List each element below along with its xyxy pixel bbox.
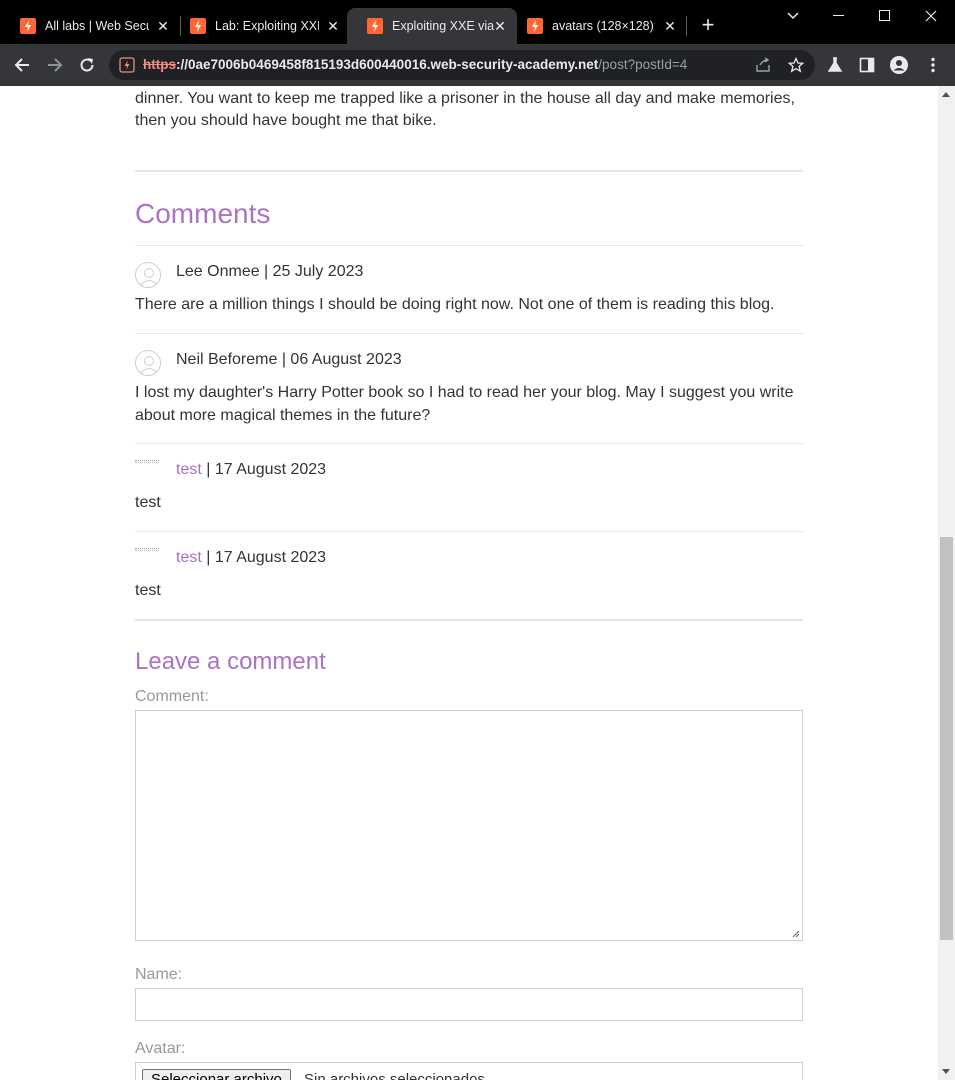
broken-avatar-image: [135, 548, 159, 551]
comment-divider: [135, 443, 803, 444]
comment-author: Neil Beforeme: [176, 351, 278, 368]
scroll-up-arrow-icon[interactable]: [942, 92, 950, 97]
close-tab-icon[interactable]: ✕: [156, 19, 170, 33]
default-avatar-icon: [135, 262, 161, 288]
comment-author: Lee Onmee: [176, 263, 260, 280]
comments-heading: Comments: [135, 198, 271, 229]
close-tab-icon[interactable]: ✕: [663, 19, 677, 33]
tab-exploiting-xxe-active[interactable]: Exploiting XXE via image file upload ✕: [347, 8, 517, 44]
tab-title: avatars (128×128): [552, 19, 654, 33]
comment-body: test: [135, 494, 161, 511]
comment-body: test: [135, 582, 161, 599]
url-text[interactable]: https://0ae7006b0469458f815193d600440016…: [143, 57, 687, 72]
file-status-text: Sin archivos seleccionados: [304, 1071, 485, 1080]
avatar-label: Avatar:: [135, 1040, 186, 1057]
tab-title: Lab: Exploiting XXE via image file uploa…: [215, 19, 319, 33]
web-security-academy-favicon-icon: [20, 18, 36, 34]
maximize-window-icon[interactable]: [862, 0, 908, 32]
close-tab-icon[interactable]: ✕: [493, 19, 507, 33]
new-tab-plus-icon[interactable]: +: [697, 14, 719, 36]
close-tab-icon[interactable]: ✕: [326, 19, 340, 33]
reload-icon[interactable]: [75, 53, 99, 77]
comment-divider: [135, 531, 803, 532]
comment-author-link[interactable]: test: [176, 461, 202, 478]
tab-strip: All labs | Web Security Academy ✕ Lab: E…: [0, 0, 955, 44]
choose-file-button[interactable]: Seleccionar archivo: [142, 1069, 291, 1080]
url-scheme: https: [143, 57, 176, 72]
kebab-menu-icon[interactable]: [924, 56, 942, 74]
comment-date: 25 July 2023: [272, 263, 364, 280]
browser-toolbar: https://0ae7006b0469458f815193d600440016…: [0, 44, 955, 86]
tab-title: All labs | Web Security Academy: [45, 19, 149, 33]
web-security-academy-favicon-icon: [527, 18, 543, 34]
comment-body: I lost my daughter's Harry Potter book s…: [135, 384, 794, 424]
comment-divider: [135, 245, 803, 246]
page-viewport: visit and brighten up the proceedings wi…: [0, 86, 938, 1080]
vertical-scrollbar[interactable]: [938, 86, 955, 1080]
forward-arrow-icon[interactable]: [43, 53, 67, 77]
bookmark-star-icon[interactable]: [787, 56, 805, 74]
scrollbar-thumb[interactable]: [940, 537, 953, 940]
avatar-file-input[interactable]: Seleccionar archivo Sin archivos selecci…: [135, 1062, 803, 1080]
comment-label: Comment:: [135, 688, 209, 705]
comment-date: 17 August 2023: [214, 461, 327, 478]
close-window-icon[interactable]: [908, 0, 954, 32]
comment-divider: [135, 333, 803, 334]
comment-meta: Lee Onmee | 25 July 2023: [176, 263, 364, 280]
divider: [135, 619, 803, 621]
labs-flask-icon[interactable]: [826, 56, 844, 74]
post-text-tail: visit and brighten up the proceedings wi…: [135, 89, 795, 130]
tab-all-labs[interactable]: All labs | Web Security Academy ✕: [0, 8, 180, 44]
comment-author-link[interactable]: test: [176, 549, 202, 566]
not-secure-warning-icon[interactable]: [119, 57, 135, 73]
comment-date: 17 August 2023: [214, 549, 327, 566]
back-arrow-icon[interactable]: [10, 53, 34, 77]
comment-meta: test | 17 August 2023: [176, 461, 327, 478]
comment-textarea[interactable]: [135, 710, 803, 941]
comment-meta: Neil Beforeme | 06 August 2023: [176, 351, 402, 368]
leave-comment-heading: Leave a comment: [135, 648, 326, 675]
broken-avatar-image: [135, 460, 159, 463]
comment-meta: test | 17 August 2023: [176, 549, 327, 566]
minimize-window-icon[interactable]: [816, 0, 862, 32]
web-security-academy-favicon-icon: [190, 18, 206, 34]
tab-avatars[interactable]: avatars (128×128) ✕: [507, 8, 687, 44]
tab-lab-exploiting-xxe[interactable]: Lab: Exploiting XXE via image file uploa…: [170, 8, 350, 44]
web-security-academy-favicon-icon: [367, 18, 383, 34]
address-bar[interactable]: https://0ae7006b0469458f815193d600440016…: [109, 50, 815, 80]
url-host: ://0ae7006b0469458f815193d600440016.web-…: [176, 57, 599, 72]
name-label: Name:: [135, 966, 183, 983]
tab-title: Exploiting XXE via image file upload: [392, 19, 496, 33]
comment-date: 06 August 2023: [290, 351, 402, 368]
name-input[interactable]: [135, 988, 803, 1021]
default-avatar-icon: [135, 350, 161, 376]
side-panel-icon[interactable]: [858, 56, 876, 74]
comment-body: There are a million things I should be d…: [135, 296, 775, 313]
tab-search-chevron-icon[interactable]: [770, 0, 816, 32]
url-path: /post?postId=4: [598, 57, 688, 72]
scroll-down-arrow-icon[interactable]: [942, 1069, 950, 1074]
profile-avatar-icon[interactable]: [890, 56, 908, 74]
resize-handle-icon[interactable]: [792, 930, 800, 938]
tab-separator: [686, 16, 687, 36]
share-icon[interactable]: [754, 56, 772, 74]
divider: [135, 170, 803, 172]
